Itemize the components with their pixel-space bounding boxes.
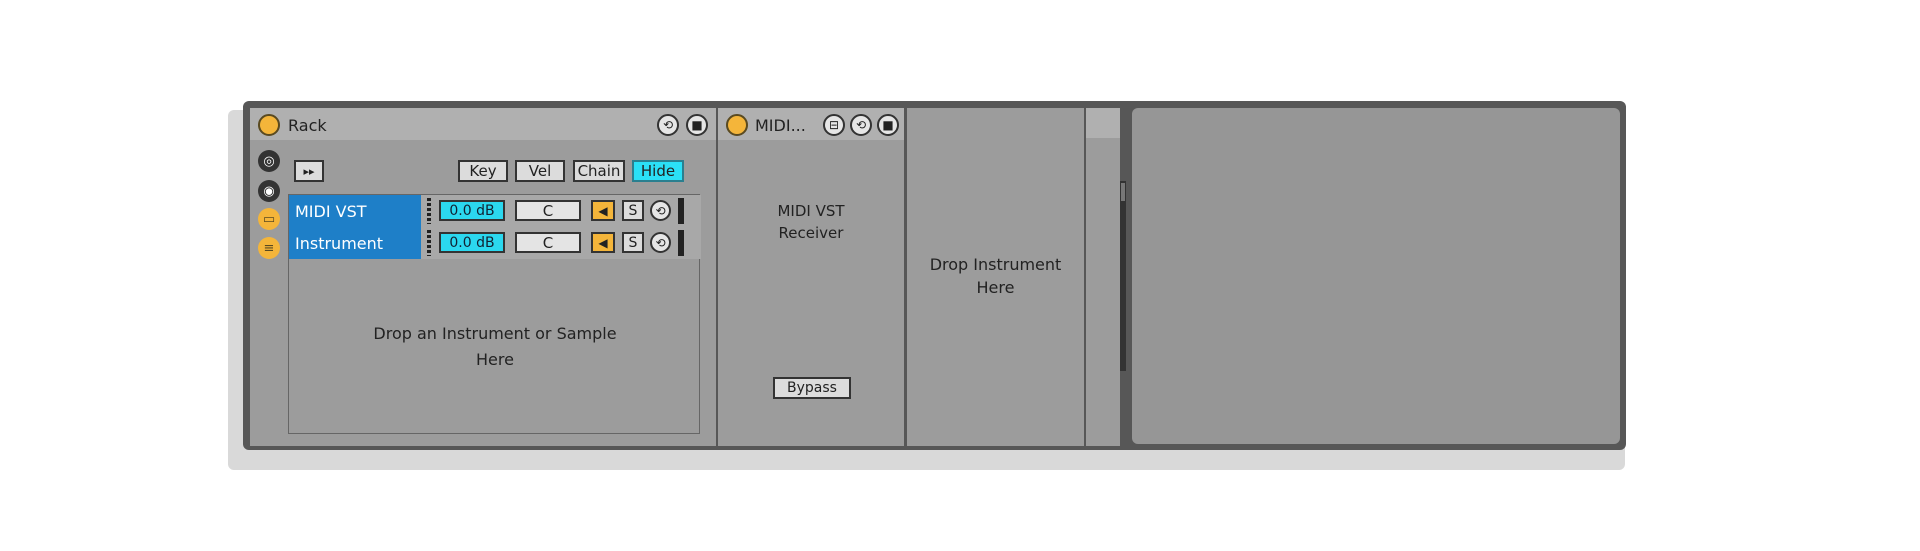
chain-controls: 0.0 dB C ◀ S ⟲ [421, 195, 701, 227]
hot-swap-icon[interactable]: ⟲ [650, 232, 671, 253]
scroll-strip [1086, 108, 1120, 446]
drop-text-line: Drop Instrument [929, 255, 1062, 274]
chain-name[interactable]: MIDI VST [289, 195, 421, 227]
plugin-window-icon[interactable]: ⊟ [823, 114, 845, 136]
chain-controls: 0.0 dB C ◀ S ⟲ [421, 227, 701, 259]
hot-swap-icon[interactable]: ⟲ [850, 114, 872, 136]
drop-text-line: Here [476, 350, 514, 369]
hide-zone-button[interactable]: Hide [632, 160, 684, 182]
chain-list-icon[interactable]: ▭ [258, 208, 280, 230]
chain-row[interactable]: Instrument 0.0 dB C ◀ S ⟲ [289, 227, 701, 259]
chain-row[interactable]: MIDI VST 0.0 dB C ◀ S ⟲ [289, 195, 701, 227]
drop-text-line: Here [976, 278, 1015, 297]
vertical-scrollbar[interactable] [1120, 181, 1126, 371]
speaker-icon[interactable]: ◀ [591, 232, 615, 253]
bypass-button[interactable]: Bypass [773, 377, 851, 399]
speaker-icon[interactable]: ◀ [591, 200, 615, 221]
chain-zone-button[interactable]: Chain [573, 160, 625, 182]
key-zone-button[interactable]: Key [458, 160, 508, 182]
chain-list[interactable]: MIDI VST 0.0 dB C ◀ S ⟲ Instrument 0.0 d… [288, 194, 701, 434]
save-preset-icon[interactable]: ■ [877, 114, 899, 136]
chain-pan[interactable]: C [515, 200, 581, 221]
play-chain-icon[interactable]: ▸▸ [294, 160, 324, 182]
solo-button[interactable]: S [622, 232, 644, 253]
devices-icon[interactable]: ≡ [258, 237, 280, 259]
hot-swap-icon[interactable]: ⟲ [657, 114, 679, 136]
drag-handle[interactable] [427, 230, 431, 256]
save-preset-icon[interactable]: ■ [686, 114, 708, 136]
rack-power-toggle[interactable] [258, 114, 280, 136]
chain-name[interactable]: Instrument [289, 227, 421, 259]
chain-volume[interactable]: 0.0 dB [439, 200, 505, 221]
midi-label-line: MIDI VST [777, 202, 845, 220]
chain-meter [678, 230, 684, 256]
macro-toggle-icon[interactable]: ◎ [258, 150, 280, 172]
hot-swap-icon[interactable]: ⟲ [650, 200, 671, 221]
drop-text-line: Drop an Instrument or Sample [373, 324, 617, 343]
rack-title: Rack [288, 116, 327, 135]
vel-zone-button[interactable]: Vel [515, 160, 565, 182]
scrollbar-thumb[interactable] [1121, 183, 1125, 201]
drag-handle[interactable] [427, 198, 431, 224]
solo-button[interactable]: S [622, 200, 644, 221]
empty-device-area[interactable] [1132, 108, 1620, 444]
chain-pan[interactable]: C [515, 232, 581, 253]
midi-label: MIDI VST Receiver [718, 200, 904, 244]
midi-label-line: Receiver [778, 224, 844, 242]
rack-drop-zone[interactable]: Drop an Instrument or Sample Here [289, 321, 701, 373]
scroll-strip-header [1086, 108, 1120, 138]
midi-title: MIDI... [755, 116, 806, 135]
chain-meter [678, 198, 684, 224]
random-icon[interactable]: ◉ [258, 180, 280, 202]
midi-power-toggle[interactable] [726, 114, 748, 136]
chain-volume[interactable]: 0.0 dB [439, 232, 505, 253]
drop-instrument-text: Drop Instrument Here [907, 253, 1084, 299]
